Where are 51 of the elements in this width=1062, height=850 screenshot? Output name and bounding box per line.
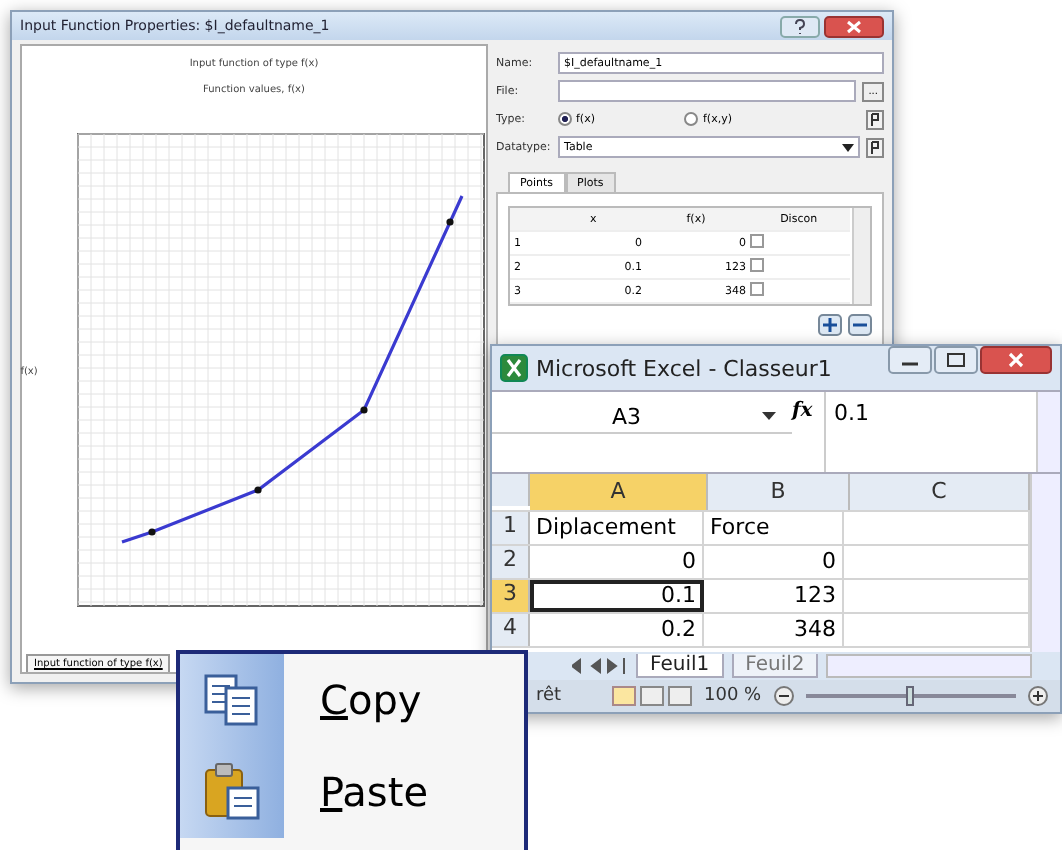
discontinuity-checkbox[interactable] (750, 234, 764, 248)
file-field[interactable] (558, 80, 857, 102)
scrollbar[interactable] (826, 654, 1032, 678)
spreadsheet-cell[interactable]: Diplacement (530, 512, 704, 544)
spreadsheet-cell[interactable]: 0.1 (530, 580, 704, 612)
spreadsheet-cell[interactable]: Force (704, 512, 844, 544)
row-header[interactable]: 2 (492, 546, 530, 578)
sheet-tab[interactable]: Feuil1 (636, 654, 724, 678)
column-header[interactable]: B (708, 474, 850, 510)
dropdown-arrow-icon (762, 412, 776, 420)
column-header[interactable]: A (530, 474, 708, 510)
spreadsheet-cell[interactable]: 123 (704, 580, 844, 612)
spreadsheet-cell[interactable]: 0.2 (530, 614, 704, 646)
zoom-out-icon[interactable] (773, 686, 794, 706)
menu-item[interactable]: Copy (180, 654, 524, 746)
zoom-in-icon[interactable] (1028, 686, 1048, 706)
menu-item[interactable]: Paste (180, 746, 524, 838)
name-box[interactable]: A3 (492, 392, 792, 434)
sheet-tab[interactable]: Feuil2 (731, 654, 819, 678)
insert-function-button[interactable]: fx (792, 392, 824, 422)
row-header[interactable]: 3 (492, 580, 530, 612)
discontinuity-checkbox[interactable] (750, 282, 764, 296)
zoom-level[interactable]: 100 % (704, 686, 762, 706)
help-button[interactable] (780, 15, 820, 37)
window-title: Microsoft Excel - Classeur1 (536, 355, 834, 381)
zoom-slider[interactable] (906, 686, 915, 706)
dropdown-arrow-icon (842, 143, 854, 151)
scrollbar[interactable] (852, 208, 870, 304)
column-header[interactable]: C (850, 474, 1030, 510)
view-buttons-icon[interactable] (612, 686, 692, 706)
clipboard-icon (202, 762, 262, 822)
scrollbar[interactable] (1036, 392, 1060, 472)
spreadsheet-cell[interactable]: 0 (704, 546, 844, 578)
close-button[interactable] (824, 15, 884, 37)
row-header[interactable]: 4 (492, 614, 530, 646)
function-icon[interactable] (866, 109, 884, 129)
remove-icon[interactable] (848, 314, 872, 336)
scrollbar[interactable] (1030, 474, 1060, 652)
spreadsheet-icon (500, 354, 528, 382)
row-header[interactable]: 1 (492, 512, 530, 544)
copy-icon (202, 672, 262, 728)
add-icon[interactable] (818, 314, 842, 336)
spreadsheet-cell[interactable]: 348 (704, 614, 844, 646)
minimize-button[interactable] (888, 346, 932, 374)
close-button[interactable] (980, 346, 1052, 374)
discontinuity-checkbox[interactable] (750, 258, 764, 272)
function-icon[interactable] (866, 137, 884, 157)
sheet-navigation-icon[interactable] (572, 658, 628, 674)
status-text: rêt (536, 686, 564, 706)
spreadsheet-cell[interactable]: 0 (530, 546, 704, 578)
maximize-button[interactable] (934, 346, 978, 374)
